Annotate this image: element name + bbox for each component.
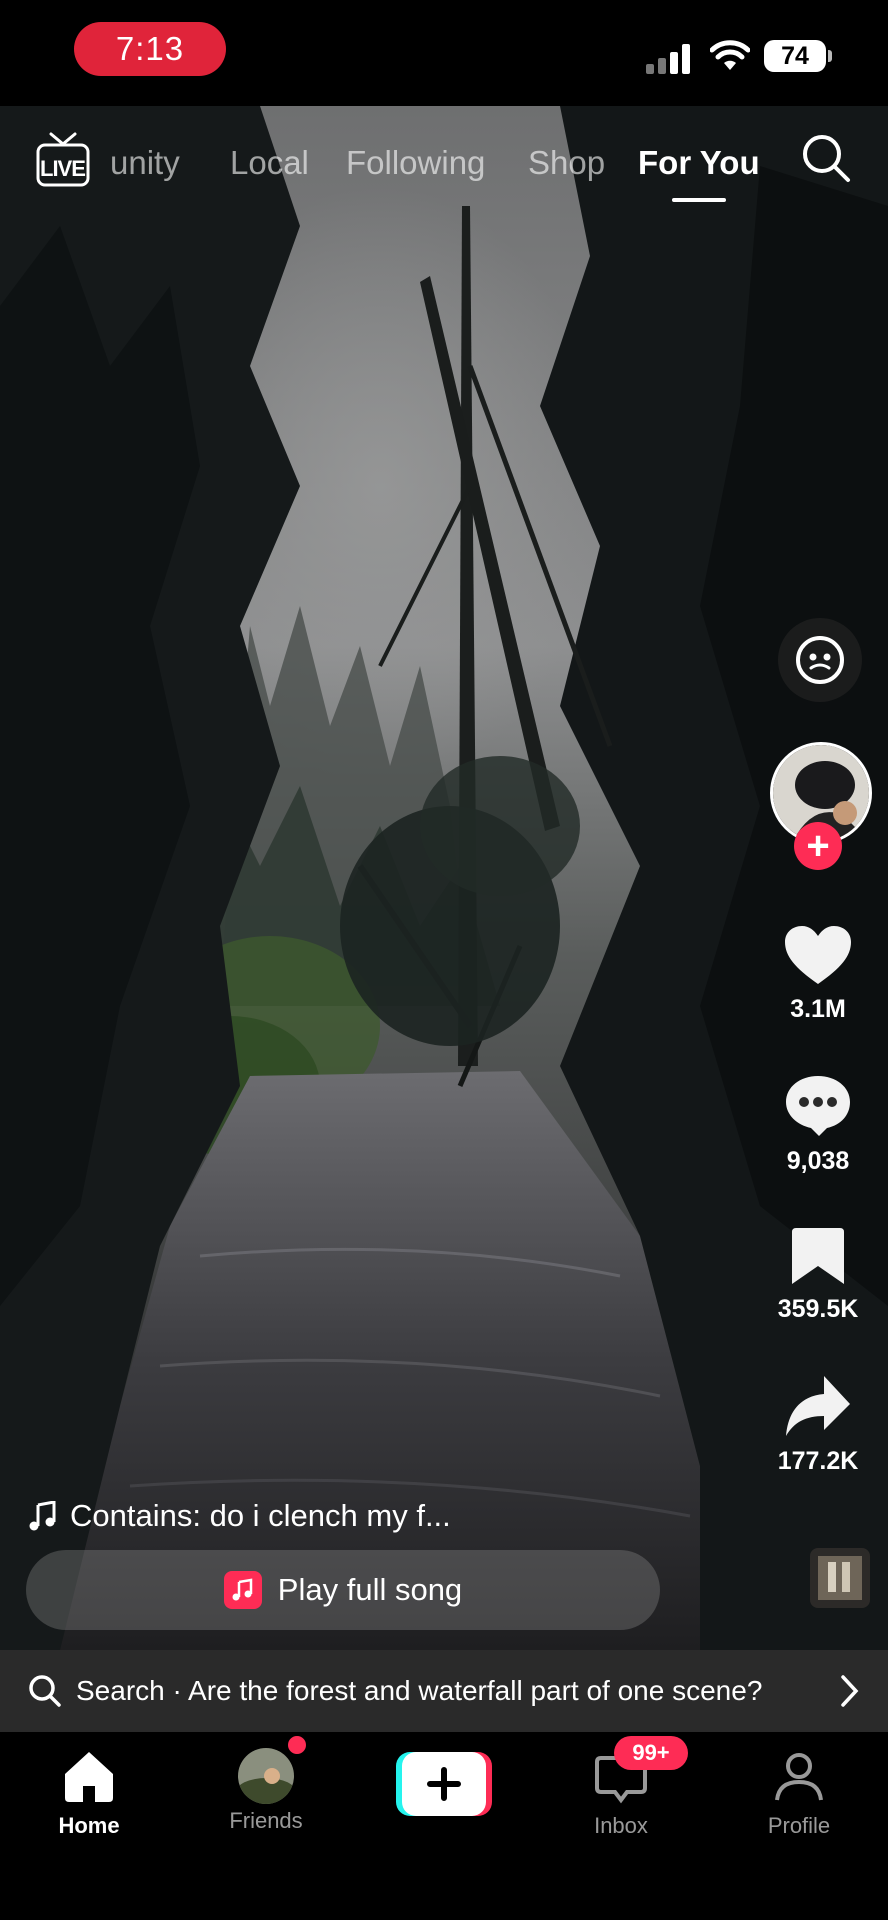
forest-river-scene — [0, 106, 888, 1650]
nav-profile[interactable]: Profile — [734, 1748, 864, 1839]
comment-count: 9,038 — [786, 1147, 850, 1175]
nav-friends-label: Friends — [229, 1808, 303, 1833]
nav-friends[interactable]: Friends — [201, 1748, 331, 1834]
tab-for-you[interactable]: For You — [638, 144, 760, 182]
status-bar: 7:13 74 — [0, 0, 888, 106]
cellular-signal-icon — [646, 42, 694, 74]
like-count: 3.1M — [790, 995, 846, 1023]
share-button[interactable]: 177.2K — [763, 1374, 873, 1476]
follow-plus-button[interactable]: + — [794, 822, 842, 870]
nav-profile-label: Profile — [767, 1813, 831, 1838]
share-arrow-icon — [786, 1376, 850, 1436]
search-suggestion-text: Search · Are the forest and waterfall pa… — [76, 1675, 763, 1706]
share-count: 177.2K — [777, 1447, 859, 1475]
song-info[interactable]: Contains: do i clench my f... — [28, 1496, 628, 1536]
bottom-tab-bar: Home Friends Inbox 99+ Profile — [0, 1732, 888, 1920]
tab-local[interactable]: Local — [230, 144, 309, 182]
music-disc-image — [810, 1548, 870, 1608]
play-full-song-label: Play full song — [277, 1572, 463, 1607]
wifi-icon — [710, 40, 750, 70]
bookmark-icon — [792, 1228, 844, 1284]
music-note-icon — [29, 1501, 56, 1531]
profile-icon — [775, 1753, 823, 1801]
music-note-small-icon — [232, 1578, 253, 1601]
top-nav: LIVE unity Local Following Shop For You — [0, 106, 888, 216]
music-disc-button[interactable] — [810, 1548, 870, 1608]
comment-button[interactable]: 9,038 — [763, 1072, 873, 1176]
comment-bubble-icon — [786, 1076, 850, 1136]
friends-notification-dot — [286, 1734, 308, 1756]
ai-face-icon — [796, 636, 844, 684]
friends-avatar-image — [238, 1748, 294, 1804]
tab-following[interactable]: Following — [346, 144, 485, 182]
tab-shop[interactable]: Shop — [528, 144, 605, 182]
battery-nub — [828, 50, 832, 62]
friends-avatar — [238, 1748, 294, 1804]
search-suggestion-bar[interactable]: Search · Are the forest and waterfall pa… — [0, 1650, 888, 1732]
live-button[interactable]: LIVE — [34, 130, 92, 190]
like-button[interactable]: 3.1M — [763, 924, 873, 1024]
save-button[interactable]: 359.5K — [763, 1226, 873, 1324]
active-tab-indicator — [672, 198, 726, 202]
nav-home[interactable]: Home — [24, 1748, 154, 1839]
search-icon — [29, 1675, 61, 1707]
ai-assistant-button[interactable] — [778, 618, 862, 702]
battery-indicator: 74 — [764, 40, 826, 72]
create-button[interactable] — [396, 1752, 492, 1816]
nav-inbox-label: Inbox — [594, 1813, 648, 1838]
create-plus-icon — [396, 1752, 492, 1816]
nav-home-label: Home — [58, 1813, 120, 1838]
play-full-song-button[interactable]: Play full song — [26, 1550, 660, 1630]
live-label: LIVE — [40, 156, 86, 181]
feed-tabs: unity Local Following Shop For You — [110, 136, 770, 196]
save-count: 359.5K — [777, 1295, 859, 1323]
chevron-right-icon — [841, 1675, 859, 1707]
home-icon — [65, 1752, 113, 1802]
status-time: 7:13 — [74, 22, 226, 76]
video-player[interactable] — [0, 106, 888, 1650]
search-icon[interactable] — [800, 132, 852, 184]
song-app-icon — [223, 1571, 262, 1609]
song-contains-text: Contains: do i clench my f... — [70, 1498, 451, 1533]
inbox-badge: 99+ — [614, 1736, 688, 1770]
tab-community[interactable]: unity — [110, 144, 180, 182]
heart-icon — [785, 926, 851, 984]
